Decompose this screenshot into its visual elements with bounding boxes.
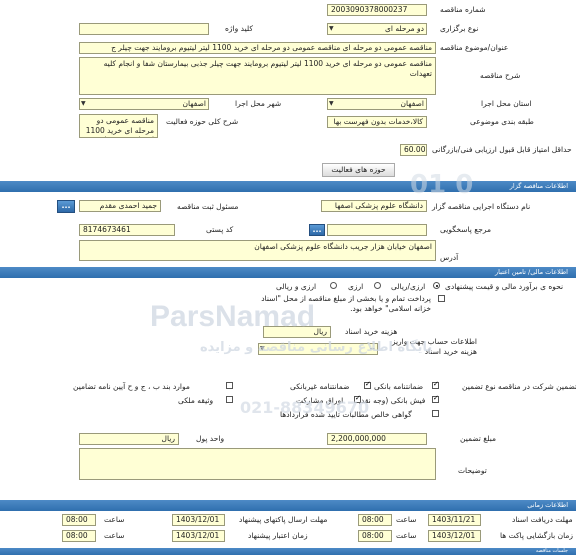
reference-field bbox=[327, 224, 427, 236]
officer-label: مسئول ثبت مناقصه bbox=[177, 202, 239, 211]
postal-code-label: کد پستی bbox=[206, 225, 234, 234]
guarantee-amount-field: 2,200,000,000 bbox=[327, 433, 427, 445]
category-field: کالا،خدمات بدون فهرست بها bbox=[327, 116, 427, 128]
section-financial-header: اطلاعات مالی/ تامین اعتبار bbox=[0, 267, 576, 278]
currency-label: واحد پول bbox=[196, 434, 225, 443]
chevron-down-icon: ▼ bbox=[81, 100, 86, 107]
certificate-checkbox[interactable] bbox=[432, 410, 439, 417]
both-radio[interactable] bbox=[330, 282, 337, 289]
watermark-logo: 01 0 bbox=[410, 170, 474, 200]
subject-label: عنوان/موضوع مناقصه bbox=[440, 43, 509, 52]
tender-number-field: 2003090378000237 bbox=[327, 4, 427, 16]
property-label: وثیقه ملکی bbox=[178, 396, 214, 405]
watermark-phone: 021-88349670 bbox=[240, 398, 370, 417]
nonbank-guarantee-checkbox[interactable] bbox=[364, 380, 371, 389]
foreign-radio-label: ارزی bbox=[348, 282, 364, 291]
notes-label: توضیحات bbox=[458, 466, 487, 475]
validity-date-field: 1403/12/01 bbox=[172, 530, 225, 542]
cheque-checkbox[interactable] bbox=[432, 394, 439, 403]
guarantee-label: تضمین شرکت در مناقصه: bbox=[498, 382, 576, 391]
min-score-label: حداقل امتیاز قابل قبول ارزیابی فنی/بازرگ… bbox=[432, 145, 572, 154]
tender-number-label: شماره مناقصه bbox=[440, 5, 486, 14]
agency-field: دانشگاه علوم پزشکی اصفها bbox=[321, 200, 427, 212]
tab-activity-areas[interactable]: حوزه های فعالیت bbox=[322, 163, 395, 177]
guarantee-type-label: نوع تضمین bbox=[462, 382, 496, 391]
reference-label: مرجع پاسخگویی bbox=[440, 225, 492, 234]
agency-label: نام دستگاه اجرایی مناقصه گزار bbox=[432, 202, 531, 211]
city-value: اصفهان bbox=[182, 99, 207, 108]
section-organizer-header: اطلاعات مناقصه گزار bbox=[0, 181, 576, 192]
tender-type-label: نوع برگزاری bbox=[440, 24, 479, 33]
both-radio-label: ارزی و ریالی bbox=[276, 282, 317, 291]
officer-field: جمید احمدی مقدم bbox=[79, 200, 161, 212]
postal-code-field: 8174673461 bbox=[79, 224, 175, 236]
doc-price-label: هزینه خرید اسناد bbox=[345, 327, 398, 336]
subject-field: مناقصه عمومی دو مرحله ای مناقصه عمومی دو… bbox=[79, 42, 436, 54]
bond-guarantee-label: موارد بند ب ، ج و ح آیین نامه تضامین bbox=[73, 382, 190, 391]
open-time-field: 08:00 bbox=[358, 530, 392, 542]
address-field: اصفهان خیابان هزار جریب دانشگاه علوم پزش… bbox=[79, 240, 436, 261]
watermark-brand: ParsNamad bbox=[150, 300, 316, 333]
validity-time-label: ساعت bbox=[104, 531, 125, 540]
send-label: مهلت ارسال پاکتهای پیشنهاد bbox=[239, 515, 328, 524]
officer-lookup-button[interactable]: ... bbox=[57, 200, 75, 213]
send-time-field: 08:00 bbox=[62, 514, 96, 526]
foreign-radio[interactable] bbox=[374, 282, 381, 289]
receive-time-label: ساعت bbox=[396, 515, 417, 524]
treasury-checkbox[interactable] bbox=[438, 295, 445, 302]
reference-lookup-button[interactable]: ... bbox=[309, 224, 325, 236]
tender-type-value: دو مرحله ای bbox=[385, 24, 424, 33]
province-label: استان محل اجرا bbox=[481, 99, 532, 108]
activity-scope-field: مناقصه عمومی دو مرحله ای خرید 1100 لیتر … bbox=[79, 114, 158, 138]
activity-scope-label: شرح کلی حوزه فعالیت bbox=[166, 117, 239, 126]
currency-field: ریال bbox=[79, 433, 179, 445]
watermark-tagline: پایگاه اطلاع رسانی مناقصه و مزایده bbox=[200, 340, 433, 355]
receive-label: مهلت دریافت اسناد bbox=[512, 515, 573, 524]
currency-radio-label: ارزی/ریالی bbox=[391, 282, 426, 291]
tender-type-select[interactable]: ▼ دو مرحله ای bbox=[327, 23, 427, 35]
bank-guarantee-checkbox[interactable] bbox=[432, 380, 439, 389]
section-timing-header: اطلاعات زمانی bbox=[0, 500, 576, 511]
description-label: شرح مناقصه bbox=[480, 71, 521, 80]
receive-date-field: 1403/11/21 bbox=[428, 514, 481, 526]
open-time-label: ساعت bbox=[396, 531, 417, 540]
bond-guarantee-checkbox[interactable] bbox=[226, 382, 233, 389]
open-date-field: 1403/12/01 bbox=[428, 530, 481, 542]
city-label: شهر محل اجرا bbox=[235, 99, 282, 108]
validity-label: زمان اعتبار پیشنهاد bbox=[248, 531, 308, 540]
send-date-field: 1403/12/01 bbox=[172, 514, 225, 526]
chevron-down-icon: ▼ bbox=[329, 100, 334, 107]
min-score-field: 60.00 bbox=[400, 144, 427, 156]
category-label: طبقه بندی موضوعی bbox=[470, 117, 534, 126]
city-select[interactable]: ▼ اصفهان bbox=[79, 98, 209, 110]
guarantee-amount-label: مبلغ تضمین bbox=[460, 434, 497, 443]
province-value: اصفهان bbox=[400, 99, 425, 108]
open-label: زمان بازگشایی پاکت ها bbox=[500, 531, 574, 540]
validity-time-field: 08:00 bbox=[62, 530, 96, 542]
send-time-label: ساعت bbox=[104, 515, 125, 524]
nonbank-guarantee-label: ضمانتنامه غیربانکی bbox=[290, 382, 350, 391]
bank-guarantee-label: ضمانتنامه بانکی bbox=[374, 382, 424, 391]
receive-time-field: 08:00 bbox=[358, 514, 392, 526]
currency-radio[interactable] bbox=[433, 282, 440, 289]
doc-price-unit: ریال bbox=[313, 327, 327, 336]
chevron-down-icon: ▼ bbox=[329, 25, 334, 32]
estimate-label: نحوه ی برآورد مالی و قیمت پیشنهادی bbox=[445, 282, 564, 291]
keyword-input[interactable] bbox=[79, 23, 209, 35]
description-field: مناقصه عمومی دو مرحله ای خرید 1100 لیتر … bbox=[79, 57, 436, 95]
notes-field bbox=[79, 448, 436, 480]
address-label: آدرس bbox=[440, 253, 459, 262]
province-select[interactable]: ▼ اصفهان bbox=[327, 98, 427, 110]
section-sessions-header: جلسات مناقصه bbox=[0, 548, 576, 555]
property-checkbox[interactable] bbox=[226, 396, 233, 403]
keyword-label: کلید واژه bbox=[225, 24, 253, 33]
